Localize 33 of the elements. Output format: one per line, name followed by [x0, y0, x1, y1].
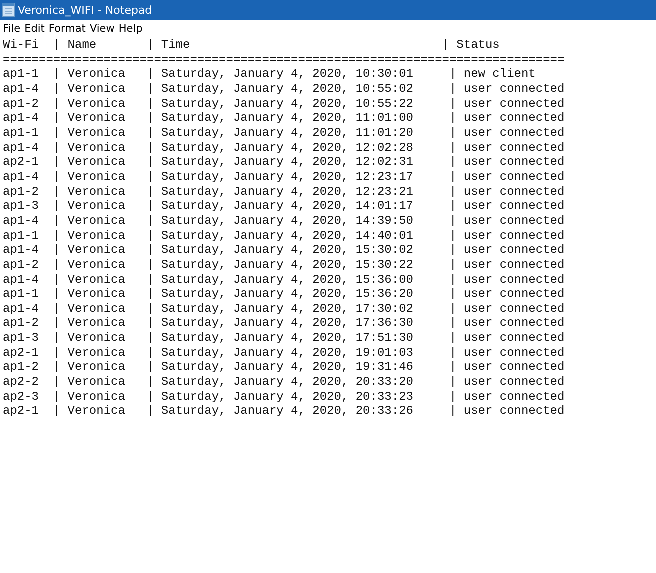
text-line: ap1-4 | Veronica | Saturday, January 4, 2020, 12:02:28 | user connected [3, 140, 565, 156]
text-line: ap2-3 | Veronica | Saturday, January 4, 2020, 20:33:23 | user connected [3, 390, 565, 404]
menu-item[interactable]: Format [48, 22, 90, 34]
text-line: ap2-1 | Veronica | Saturday, January 4, 2020, 20:33:26 | user connected [3, 404, 565, 420]
text-line: ap1-4 | Veronica | Saturday, January 4, 2020, 14:39:50 | user connected [3, 214, 565, 229]
text-line: ap1-4 | Veronica | Saturday, January 4, 2020, 17:30:02 | user connected [3, 302, 565, 316]
text-line: ap1-4 | Veronica | Saturday, January 4, 2020, 11:01:00 | user connected [3, 111, 565, 126]
text-line: ap1-1 | Veronica | Saturday, January 4, 2020, 15:36:20 | user connected [3, 287, 565, 302]
text-line: ap1-2 | Veronica | Saturday, January 4, 2020, 17:36:30 | user connected [3, 316, 565, 332]
menu-item[interactable]: View [90, 22, 119, 34]
menu-item[interactable]: Edit [24, 22, 49, 34]
text-line: ap1-3 | Veronica | Saturday, January 4, 2020, 17:51:30 | user connected [3, 331, 565, 346]
text-line: Wi-Fi | Name | Time | Status [3, 38, 500, 53]
text-line: ap2-1 | Veronica | Saturday, January 4, 2020, 19:01:03 | user connected [3, 346, 565, 360]
text-line: ap1-1 | Veronica | Saturday, January 4, 2020, 14:40:01 | user connected [3, 228, 565, 244]
notepad-icon [2, 3, 15, 17]
text-line: ap1-4 | Veronica | Saturday, January 4, 2020, 10:55:02 | user connected [3, 82, 565, 97]
text-line: ============================================================================== [3, 52, 565, 68]
window-title: Veronica_WIFI - Notepad [18, 4, 152, 16]
text-line: ap1-1 | Veronica | Saturday, January 4, 2020, 10:30:01 | new client [3, 67, 536, 82]
text-line: ap1-2 | Veronica | Saturday, January 4, 2020, 15:30:22 | user connected [3, 258, 565, 272]
text-line: ap1-4 | Veronica | Saturday, January 4, 2020, 15:36:00 | user connected [3, 272, 565, 288]
text-line: ap1-2 | Veronica | Saturday, January 4, 2020, 19:31:46 | user connected [3, 360, 565, 376]
text-line: ap1-1 | Veronica | Saturday, January 4, 2020, 11:01:20 | user connected [3, 126, 565, 141]
text-line: ap1-2 | Veronica | Saturday, January 4, 2020, 10:55:22 | user connected [3, 96, 565, 112]
text-line: ap1-3 | Veronica | Saturday, January 4, 2020, 14:01:17 | user connected [3, 199, 565, 214]
text-line: ap1-4 | Veronica | Saturday, January 4, 2020, 15:30:02 | user connected [3, 243, 565, 258]
text-line: ap1-4 | Veronica | Saturday, January 4, 2020, 12:23:17 | user connected [3, 170, 565, 185]
menu-item[interactable]: Help [118, 22, 147, 34]
text-line: ap1-2 | Veronica | Saturday, January 4, 2020, 12:23:21 | user connected [3, 184, 565, 200]
menu-item[interactable]: File [3, 22, 25, 34]
text-line: ap2-1 | Veronica | Saturday, January 4, 2020, 12:02:31 | user connected [3, 155, 565, 170]
text-line: ap2-2 | Veronica | Saturday, January 4, 2020, 20:33:20 | user connected [3, 375, 565, 390]
